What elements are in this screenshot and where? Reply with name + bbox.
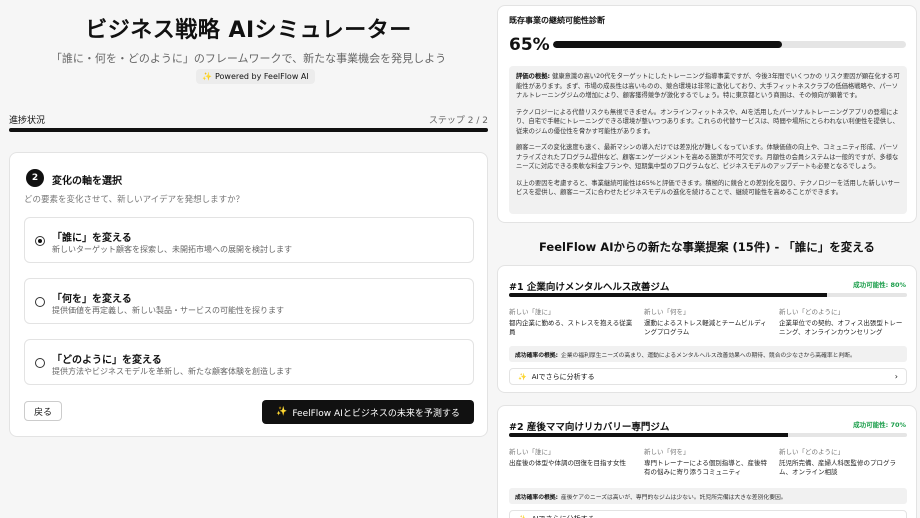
option-how[interactable]: 「どのように」を変える 提供方法やビジネスモデルを革新し、新たな顧客体験を創造し… bbox=[24, 339, 474, 385]
step-title: 変化の軸を選択 bbox=[52, 176, 122, 187]
diagnosis-label: 既存事業の継続可能性診断 bbox=[509, 16, 605, 25]
chevron-right-icon: › bbox=[894, 372, 898, 381]
proposal-card: #2 産後ママ向けリカバリー専門ジム 成功可能性: 70% 新しい「誰に」 出産… bbox=[497, 405, 917, 518]
radio-button[interactable] bbox=[35, 297, 45, 307]
option-what[interactable]: 「何を」を変える 提供価値を再定義し、新しい製品・サービスの可能性を探ります bbox=[24, 278, 474, 324]
simulator-panel: ビジネス戦略 AIシミュレーター 「誰に・何を・どのように」のフレームワークで、… bbox=[0, 0, 497, 518]
diagnosis-paragraph: テクノロジーによる代替リスクも無視できません。オンラインフィットネスや、AIを活… bbox=[516, 108, 899, 135]
proposals-title: FeelFlow AIからの新たな事業提案 (15件) - 「誰に」を変える bbox=[539, 240, 875, 254]
step-description: どの要素を変化させて、新しいアイデアを発想しますか？ bbox=[24, 195, 245, 205]
progress-fill bbox=[9, 128, 488, 132]
option-who[interactable]: 「誰に」を変える 新しいターゲット顧客を探索し、未開拓市場への展開を検討します bbox=[24, 217, 474, 263]
analyze-button[interactable]: ✨ AIでさらに分析する bbox=[509, 510, 907, 518]
page-title: ビジネス戦略 AIシミュレーター bbox=[85, 18, 412, 43]
diagnosis-paragraph: 以上の要因を考慮すると、事業継続可能性は65%と評価できます。積極的に競合との差… bbox=[516, 179, 900, 197]
option-description: 提供価値を再定義し、新しい製品・サービスの可能性を探ります bbox=[52, 306, 284, 315]
success-reason: 成功確率の根拠: 企業の福利厚生ニーズの高まり、運動によるメンタルヘルス改善効果へ… bbox=[509, 346, 907, 362]
new-how: 新しい「どのように」 託児所完備、産婦人科医監修のプログラム、オンライン相談 bbox=[779, 448, 896, 476]
predict-button[interactable]: ✨ FeelFlow AIとビジネスの未来を予測する bbox=[262, 400, 474, 424]
sparkle-icon: ✨ bbox=[518, 515, 527, 518]
option-title: 「誰に」を変える bbox=[52, 233, 132, 244]
diagnosis-fill bbox=[553, 41, 783, 48]
progress-label: 進捗状況 bbox=[9, 116, 46, 126]
new-what: 新しい「何を」 運動によるストレス軽減とチームビルディングプログラム bbox=[644, 308, 767, 336]
success-fill bbox=[509, 433, 788, 437]
option-title: 「どのように」を変える bbox=[52, 355, 162, 366]
sparkle-icon: ✨ bbox=[518, 372, 527, 381]
proposal-title: #2 産後ママ向けリカバリー専門ジム bbox=[509, 422, 670, 433]
powered-by-badge: ✨ Powered by FeelFlow AI bbox=[196, 69, 315, 84]
step-number-badge: 2 bbox=[26, 169, 44, 187]
sparkle-icon: ✨ bbox=[276, 407, 288, 417]
predict-button-label: FeelFlow AIとビジネスの未来を予測する bbox=[292, 408, 460, 419]
axis-selection-card: 2 変化の軸を選択 どの要素を変化させて、新しいアイデアを発想しますか？ 「誰に… bbox=[9, 152, 488, 437]
success-reason: 成功確率の根拠: 産後ケアのニーズは高いが、専門的なジムは少ない。託児所完備は大き… bbox=[509, 488, 907, 504]
new-who: 新しい「誰に」 出産後の体型や体調の回復を目指す女性 bbox=[509, 448, 626, 467]
analyze-button[interactable]: ✨ AIでさらに分析する › bbox=[509, 368, 907, 385]
proposal-title: #1 企業向けメンタルヘルス改善ジム bbox=[509, 282, 670, 293]
diagnosis-bar bbox=[553, 41, 906, 48]
success-bar bbox=[509, 433, 907, 437]
diagnosis-percent: 65% bbox=[509, 35, 550, 55]
analyze-label: AIでさらに分析する bbox=[531, 372, 595, 381]
new-what: 新しい「何を」 専門トレーナーによる個別指導と、産後特有の悩みに寄り添うコミュニ… bbox=[644, 448, 768, 476]
analyze-label: AIでさらに分析する bbox=[532, 514, 595, 518]
proposal-card: #1 企業向けメンタルヘルス改善ジム 成功可能性: 80% 新しい「誰に」 都内… bbox=[497, 265, 917, 393]
new-how: 新しい「どのように」 企業単位での契約、オフィス出張型トレーニング、オンラインカ… bbox=[779, 308, 903, 336]
radio-button[interactable] bbox=[35, 358, 45, 368]
diagnosis-card: 既存事業の継続可能性診断 65% 評価の根拠: 健康意識の高い20代をターゲット… bbox=[497, 5, 917, 223]
success-bar bbox=[509, 293, 907, 297]
new-who: 新しい「誰に」 都内企業に勤める、ストレスを抱える従業員 bbox=[509, 308, 633, 336]
option-title: 「何を」を変える bbox=[52, 294, 132, 305]
option-description: 提供方法やビジネスモデルを革新し、新たな顧客体験を創造します bbox=[52, 367, 292, 376]
radio-button[interactable] bbox=[35, 236, 45, 246]
success-fill bbox=[509, 293, 828, 297]
option-description: 新しいターゲット顧客を探索し、未開拓市場への展開を検討します bbox=[52, 245, 292, 254]
success-rate: 成功可能性: 80% bbox=[853, 281, 906, 289]
success-rate: 成功可能性: 70% bbox=[853, 421, 906, 429]
page-subtitle: 「誰に・何を・どのように」のフレームワークで、新たな事業機会を発見しよう bbox=[50, 52, 447, 65]
back-button[interactable]: 戻る bbox=[24, 401, 62, 421]
diagnosis-paragraph: 評価の根拠: 健康意識の高い20代をターゲットにしたトレーニング指導事業ですが、… bbox=[516, 73, 900, 99]
sparkle-icon: ✨ bbox=[202, 72, 212, 81]
powered-by-label: Powered by FeelFlow AI bbox=[214, 72, 309, 81]
progress-step: ステップ 2 / 2 bbox=[428, 116, 488, 126]
progress-bar bbox=[9, 128, 488, 132]
diagnosis-paragraph: 顧客ニーズの変化速度も速く、最新マシンの導入だけでは差別化が難しくなっています。… bbox=[516, 144, 899, 170]
diagnosis-text: 評価の根拠: 健康意識の高い20代をターゲットにしたトレーニング指導事業ですが、… bbox=[509, 66, 907, 214]
